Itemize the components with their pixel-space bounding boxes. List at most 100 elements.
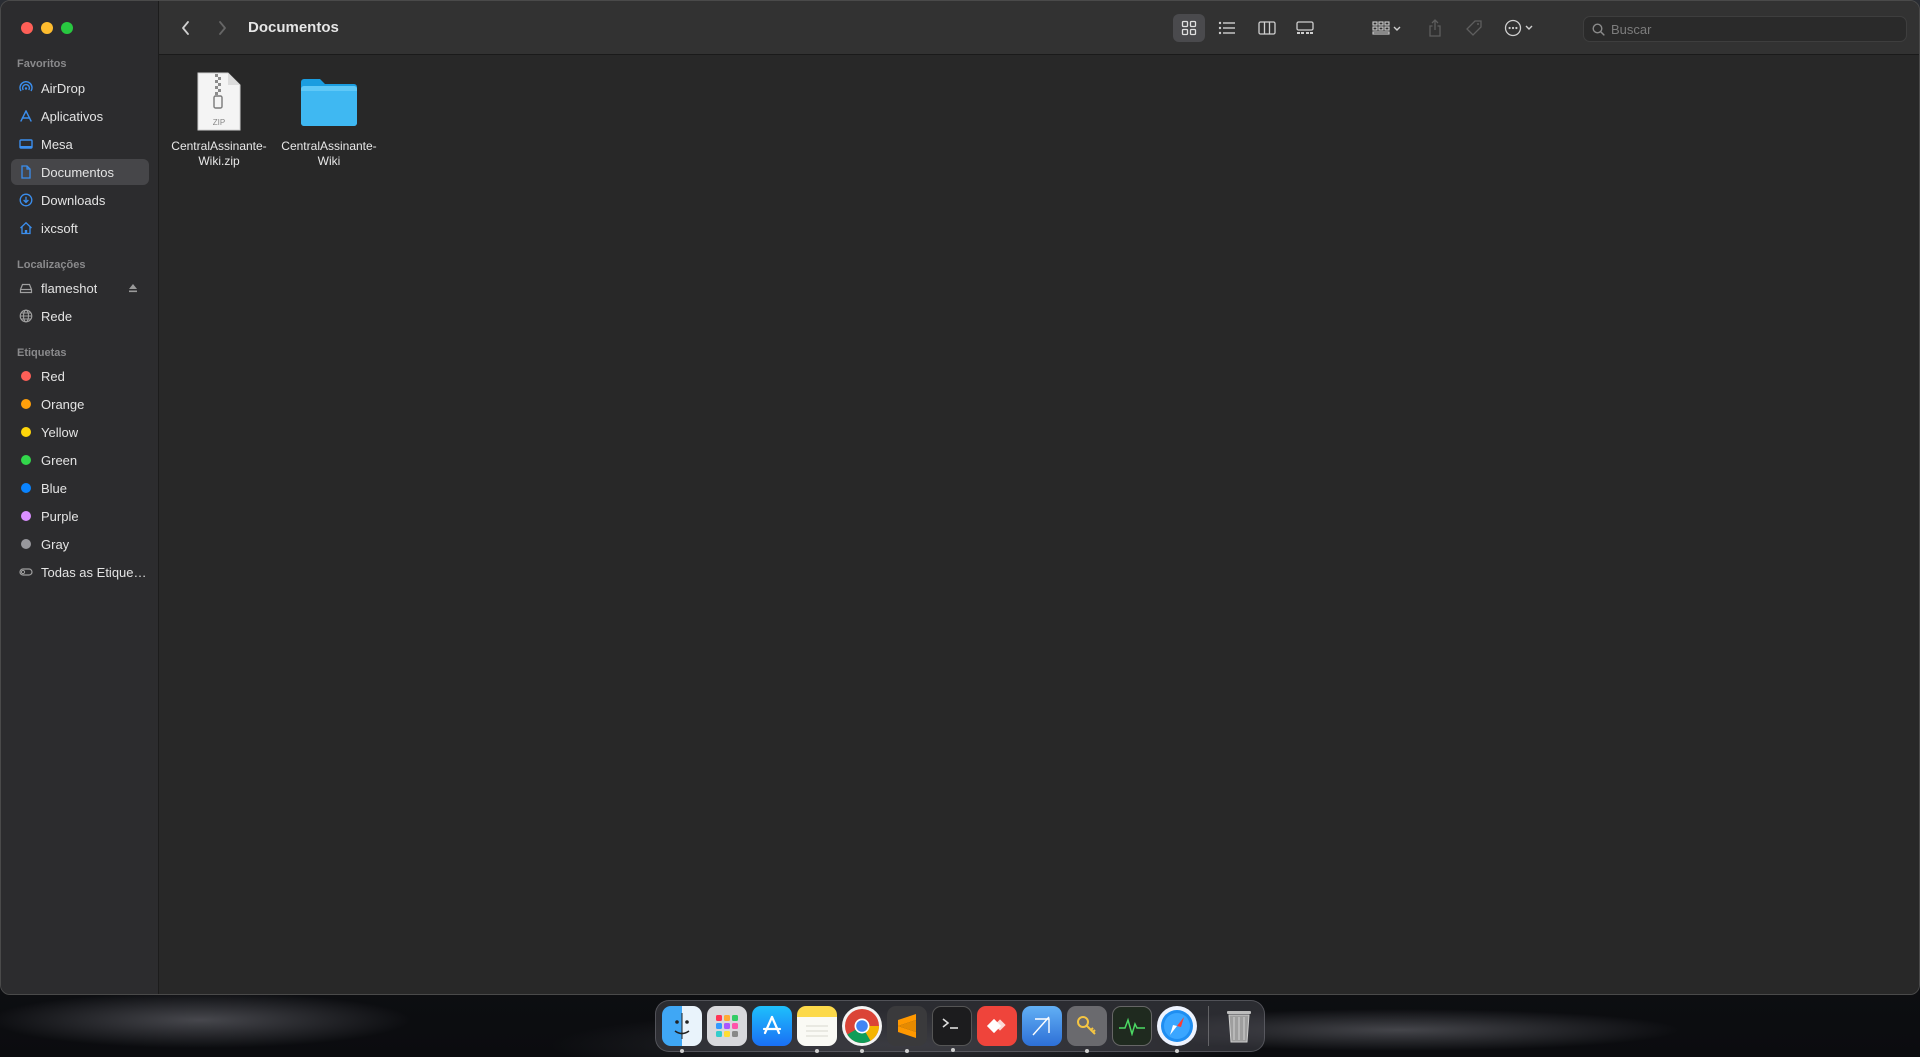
- finder-window: Favoritos AirDrop Aplicativos Mesa Docum…: [0, 0, 1920, 995]
- sidebar-item-label: Downloads: [41, 192, 106, 208]
- document-icon: [19, 165, 33, 179]
- forward-button[interactable]: [211, 17, 233, 39]
- dock-notes[interactable]: [797, 1006, 837, 1053]
- sidebar-item-label: Red: [41, 368, 65, 384]
- dock-sublime-text[interactable]: [887, 1006, 927, 1053]
- downloads-icon: [19, 193, 33, 207]
- close-button[interactable]: [21, 22, 33, 34]
- gallery-icon: [1296, 21, 1314, 34]
- chevron-left-icon: [182, 21, 189, 35]
- columns-icon: [1258, 21, 1276, 35]
- instruments-icon: [1032, 1016, 1050, 1036]
- drive-icon: [19, 281, 33, 295]
- dock-terminal[interactable]: [932, 1006, 972, 1052]
- anydesk-icon: [986, 1018, 1006, 1034]
- dock-trash[interactable]: [1219, 1006, 1259, 1046]
- chrome-icon: [845, 1009, 879, 1043]
- window-title: Documentos: [248, 19, 339, 36]
- dock-chrome[interactable]: [842, 1006, 882, 1053]
- search-input[interactable]: [1611, 21, 1891, 37]
- sidebar-item-label: Mesa: [41, 136, 73, 152]
- window-controls: [21, 22, 73, 34]
- favorites-section-title: Favoritos: [17, 58, 67, 70]
- tag-green-dot: [21, 455, 31, 465]
- dock-keychain-access[interactable]: [1067, 1006, 1107, 1053]
- sidebar-item-label: Purple: [41, 508, 79, 524]
- sidebar-item-documentos[interactable]: Documentos: [11, 159, 149, 185]
- back-button[interactable]: [175, 17, 197, 39]
- sidebar-tag-blue[interactable]: Blue: [11, 475, 149, 501]
- activity-monitor-icon: [1119, 1017, 1145, 1036]
- running-indicator: [905, 1049, 909, 1053]
- zip-badge: ZIP: [213, 118, 225, 127]
- sidebar: Favoritos AirDrop Aplicativos Mesa Docum…: [1, 1, 159, 994]
- view-icons-button[interactable]: [1173, 14, 1205, 42]
- sidebar-item-mesa[interactable]: Mesa: [11, 131, 149, 157]
- sidebar-tag-yellow[interactable]: Yellow: [11, 419, 149, 445]
- tag-yellow-dot: [21, 427, 31, 437]
- dock-separator: [1208, 1006, 1209, 1046]
- airdrop-icon: [19, 81, 33, 95]
- minimize-button[interactable]: [41, 22, 53, 34]
- file-browser-area[interactable]: ZIP CentralAssinante-Wiki.zip CentralAss…: [160, 56, 1919, 994]
- more-actions-button[interactable]: [1501, 14, 1541, 42]
- tag-gray-dot: [21, 539, 31, 549]
- sidebar-item-label: Gray: [41, 536, 70, 552]
- group-by-button[interactable]: [1365, 14, 1409, 42]
- sidebar-tag-purple[interactable]: Purple: [11, 503, 149, 529]
- zoom-button[interactable]: [61, 22, 73, 34]
- sidebar-item-ixcsoft[interactable]: ixcsoft: [11, 215, 149, 241]
- locations-section-title: Localizações: [17, 259, 86, 271]
- share-button[interactable]: [1421, 14, 1449, 42]
- dock-safari[interactable]: [1157, 1006, 1197, 1053]
- view-columns-button[interactable]: [1251, 14, 1283, 42]
- running-indicator: [951, 1048, 955, 1052]
- sidebar-item-label: flameshot: [41, 280, 98, 296]
- sidebar-item-airdrop[interactable]: AirDrop: [11, 75, 149, 101]
- group-grid-icon: [1372, 21, 1401, 35]
- desktop-icon: [19, 137, 33, 151]
- sidebar-item-label: Blue: [41, 480, 68, 496]
- ellipsis-circle-icon: [1504, 19, 1533, 37]
- sidebar-item-all-tags[interactable]: Todas as Etiquetas…: [11, 559, 149, 585]
- finder-icon: [674, 1013, 690, 1039]
- view-list-button[interactable]: [1211, 14, 1243, 42]
- dock-anydesk[interactable]: [977, 1006, 1017, 1046]
- trash-icon: [1227, 1011, 1251, 1043]
- sidebar-item-label: Documentos: [41, 164, 114, 180]
- tag-orange-dot: [21, 399, 31, 409]
- sidebar-tag-green[interactable]: Green: [11, 447, 149, 473]
- applications-icon: [19, 109, 33, 123]
- home-icon: [19, 221, 33, 235]
- keychain-icon: [1077, 1016, 1096, 1035]
- all-tags-icon: [19, 565, 33, 579]
- file-item-zip[interactable]: ZIP CentralAssinante-Wiki.zip: [164, 70, 274, 169]
- dock-app-store[interactable]: [752, 1006, 792, 1046]
- tag-button[interactable]: [1461, 14, 1489, 42]
- sidebar-item-downloads[interactable]: Downloads: [11, 187, 149, 213]
- search-field[interactable]: [1583, 16, 1907, 42]
- dock-activity-monitor[interactable]: [1112, 1006, 1152, 1046]
- tag-purple-dot: [21, 511, 31, 521]
- eject-icon[interactable]: [127, 281, 139, 293]
- dock-launchpad[interactable]: [707, 1006, 747, 1046]
- sidebar-tag-orange[interactable]: Orange: [11, 391, 149, 417]
- view-gallery-button[interactable]: [1289, 14, 1321, 42]
- sidebar-tag-red[interactable]: Red: [11, 363, 149, 389]
- sidebar-item-flameshot[interactable]: flameshot: [11, 275, 149, 301]
- tag-icon: [1466, 20, 1482, 36]
- sidebar-tag-gray[interactable]: Gray: [11, 531, 149, 557]
- sidebar-item-label: Orange: [41, 396, 85, 412]
- dock-xcode-instruments[interactable]: [1022, 1006, 1062, 1046]
- sidebar-item-aplicativos[interactable]: Aplicativos: [11, 103, 149, 129]
- app-store-icon: [762, 1015, 782, 1035]
- sidebar-item-rede[interactable]: Rede: [11, 303, 149, 329]
- sidebar-item-label: Green: [41, 452, 78, 468]
- dock-finder[interactable]: [662, 1006, 702, 1053]
- file-item-folder[interactable]: CentralAssinante-Wiki: [274, 70, 384, 169]
- zip-file-icon: ZIP: [187, 70, 251, 134]
- toolbar: Documentos: [159, 1, 1919, 55]
- file-name: CentralAssinante-Wiki.zip: [171, 139, 267, 168]
- terminal-icon: [942, 1018, 958, 1029]
- file-name: CentralAssinante-Wiki: [281, 139, 377, 168]
